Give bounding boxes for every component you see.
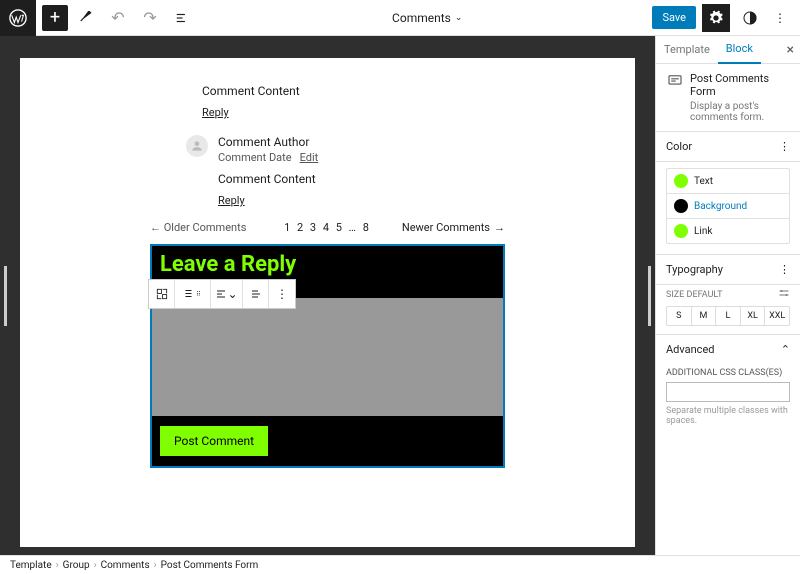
reply-heading: Leave a Reply <box>152 246 503 281</box>
block-name: Post Comments Form <box>690 72 790 98</box>
advanced-panel-toggle[interactable]: Advanced⌃ <box>656 335 800 364</box>
comment-content: Comment Content <box>202 84 505 98</box>
options-button[interactable]: ⋮ <box>770 11 790 25</box>
close-sidebar-button[interactable]: × <box>787 42 794 58</box>
css-classes-hint: Separate multiple classes with spaces. <box>666 406 790 426</box>
block-toolbar[interactable]: ⠿ ⌄ ⋮ <box>148 279 296 309</box>
color-link-row[interactable]: Link <box>667 219 789 243</box>
post-comment-button[interactable]: Post Comment <box>160 426 268 456</box>
newer-comments-link[interactable]: Newer Comments → <box>402 221 505 234</box>
justify-button[interactable] <box>243 280 269 308</box>
add-block-button[interactable]: + <box>42 5 68 31</box>
post-comments-form-block[interactable]: Leave a Reply Comment Post Comment <box>150 244 505 468</box>
settings-button[interactable] <box>702 4 730 32</box>
block-description: Display a post's comments form. <box>690 101 790 123</box>
redo-button[interactable]: ↷ <box>136 4 164 32</box>
edit-link[interactable]: Edit <box>300 151 319 164</box>
align-button[interactable]: ⌄ <box>211 280 243 308</box>
move-button[interactable]: ⠿ <box>175 280 211 308</box>
settings-sidebar: Template Block × Post Comments Form Disp… <box>655 36 800 555</box>
css-classes-label: ADDITIONAL CSS CLASS(ES) <box>666 368 790 378</box>
editor-canvas[interactable]: Comment Content Reply Comment Author Com… <box>20 58 635 547</box>
breadcrumb[interactable]: Template› Group› Comments› Post Comments… <box>0 555 800 574</box>
reply-link[interactable]: Reply <box>202 106 505 119</box>
pagination[interactable]: 1 2 3 4 5 … 8 <box>284 221 371 234</box>
block-icon <box>666 72 684 93</box>
styles-button[interactable] <box>736 4 764 32</box>
color-panel-title: Color <box>666 140 692 153</box>
chevron-up-icon: ⌃ <box>781 343 790 356</box>
chevron-down-icon: ⌄ <box>455 13 463 23</box>
link-swatch <box>674 224 688 238</box>
more-options-button[interactable]: ⋮ <box>269 280 295 308</box>
font-size-picker[interactable]: S M L XL XXL <box>666 306 790 326</box>
resize-handle-left[interactable] <box>4 266 7 326</box>
typography-options-button[interactable]: ⋮ <box>779 263 790 276</box>
comment-content: Comment Content <box>218 172 505 186</box>
resize-handle-right[interactable] <box>648 266 651 326</box>
size-settings-icon[interactable] <box>778 287 790 302</box>
tab-block[interactable]: Block <box>718 36 761 64</box>
wp-logo[interactable] <box>0 0 36 36</box>
color-text-row[interactable]: Text <box>667 169 789 194</box>
comment-date: Comment Date <box>218 151 292 164</box>
list-view-button[interactable] <box>168 4 196 32</box>
typography-panel-title: Typography <box>666 263 723 276</box>
avatar <box>186 135 208 157</box>
undo-button[interactable]: ↶ <box>104 4 132 32</box>
reply-link[interactable]: Reply <box>218 194 505 207</box>
older-comments-link[interactable]: ← Older Comments <box>150 221 246 234</box>
block-type-icon[interactable] <box>149 280 175 308</box>
comment-textarea[interactable] <box>152 298 503 416</box>
edit-mode-button[interactable] <box>72 4 100 32</box>
color-options-button[interactable]: ⋮ <box>779 140 790 153</box>
save-button[interactable]: Save <box>652 6 696 29</box>
background-swatch <box>674 199 688 213</box>
document-title[interactable]: Comments⌄ <box>202 11 652 25</box>
comment-author: Comment Author <box>218 135 505 149</box>
text-swatch <box>674 174 688 188</box>
color-background-row[interactable]: Background <box>667 194 789 219</box>
css-classes-input[interactable] <box>666 382 790 402</box>
tab-template[interactable]: Template <box>656 43 718 56</box>
